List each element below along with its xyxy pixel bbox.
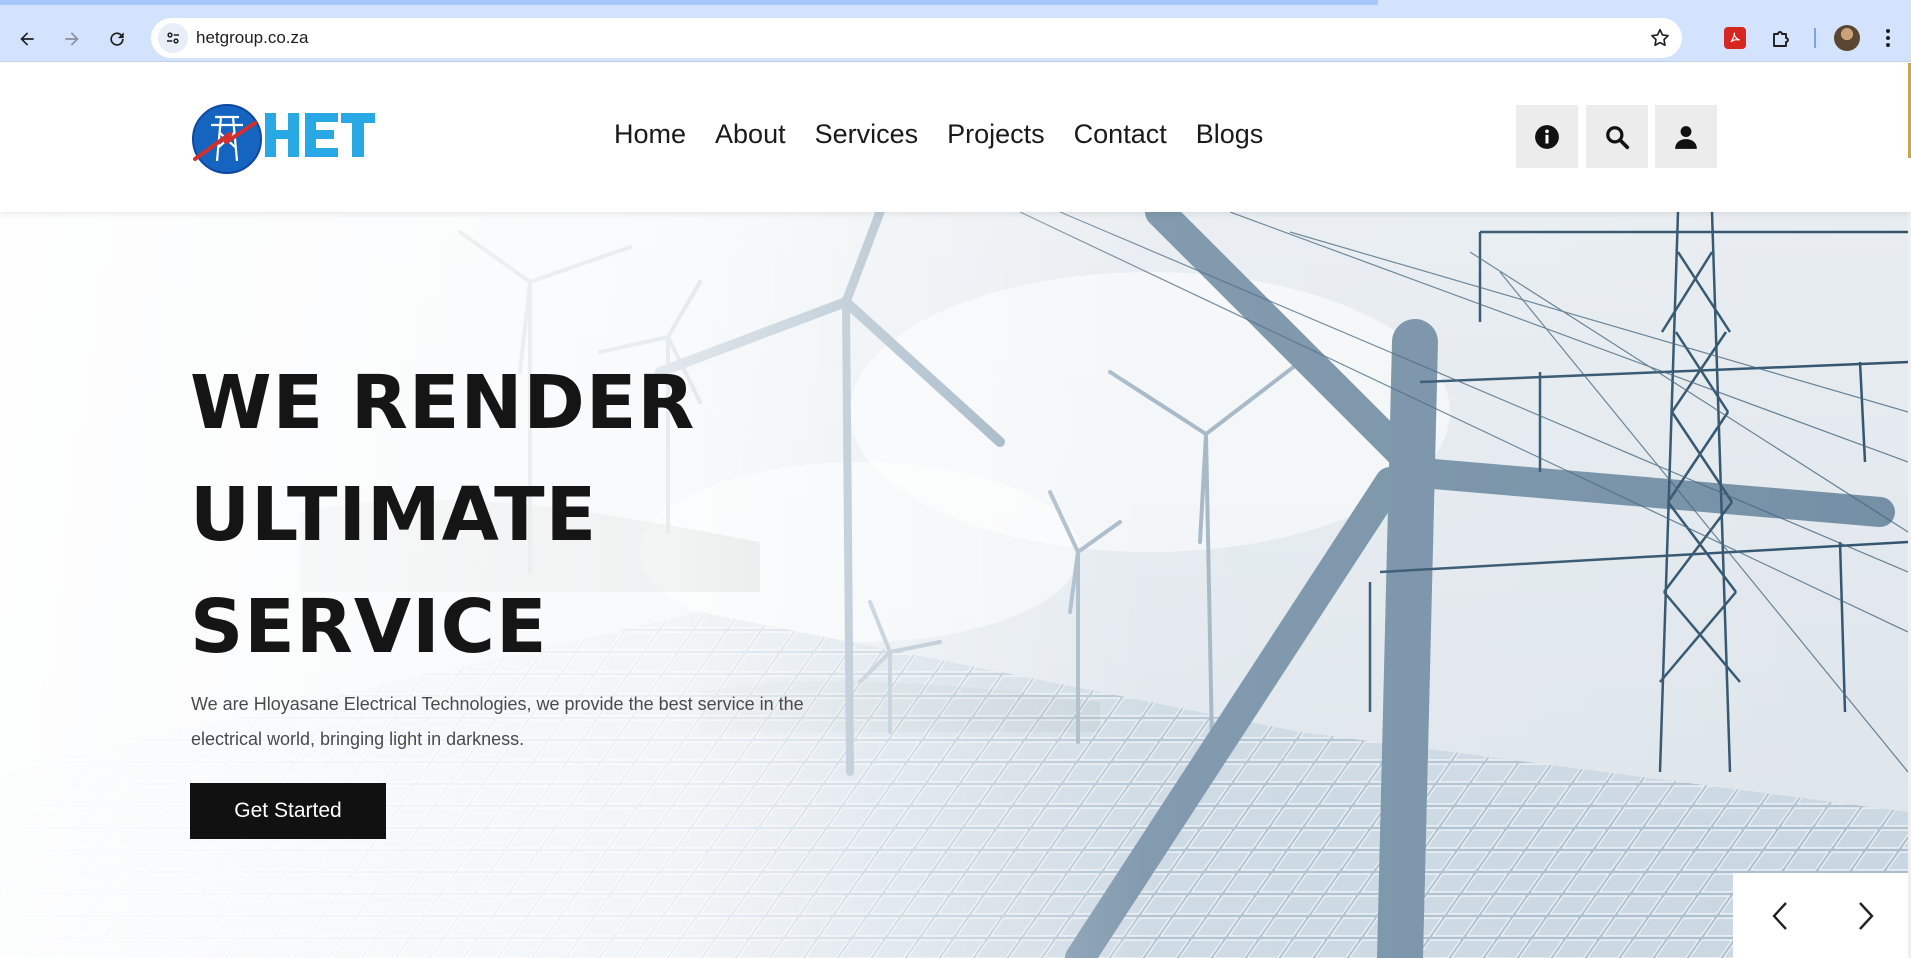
hero-title-line: ULTIMATE	[190, 472, 598, 558]
more-menu-icon[interactable]	[1878, 25, 1898, 51]
profile-avatar[interactable]	[1834, 25, 1860, 51]
hero-title-line: SERVICE	[190, 584, 548, 670]
url-text[interactable]: hetgroup.co.za	[196, 28, 308, 48]
pdf-extension-icon[interactable]	[1724, 27, 1746, 49]
slider-prev-button[interactable]	[1765, 899, 1795, 933]
nav-services[interactable]: Services	[815, 119, 919, 150]
slider-next-button[interactable]	[1851, 899, 1881, 933]
forward-arrow-icon[interactable]	[54, 21, 90, 57]
toolbar-separator	[1814, 28, 1816, 48]
site-header: Home About Services Projects Contact Blo…	[0, 63, 1911, 212]
reload-icon[interactable]	[99, 21, 135, 57]
nav-contact[interactable]: Contact	[1074, 119, 1167, 150]
back-arrow-icon[interactable]	[9, 21, 45, 57]
browser-toolbar: hetgroup.co.za	[0, 5, 1911, 62]
main-nav: Home About Services Projects Contact Blo…	[614, 119, 1263, 150]
user-icon	[1675, 125, 1697, 149]
search-button[interactable]	[1586, 105, 1648, 168]
search-icon	[1606, 125, 1630, 149]
hero-title-line: WE RENDER	[190, 360, 696, 446]
chevron-right-icon	[1859, 902, 1874, 930]
nav-projects[interactable]: Projects	[947, 119, 1045, 150]
get-started-button[interactable]: Get Started	[190, 783, 386, 839]
address-bar[interactable]: hetgroup.co.za	[151, 18, 1682, 58]
nav-home[interactable]: Home	[614, 119, 686, 150]
chevron-left-icon	[1772, 902, 1787, 930]
het-logo[interactable]	[191, 103, 379, 175]
slider-controls	[1733, 873, 1908, 958]
site-info-icon[interactable]	[158, 23, 188, 53]
nav-about[interactable]: About	[715, 119, 786, 150]
nav-blogs[interactable]: Blogs	[1196, 119, 1264, 150]
info-icon	[1535, 124, 1559, 149]
account-button[interactable]	[1655, 105, 1717, 168]
info-button[interactable]	[1516, 105, 1578, 168]
hero-description: We are Hloyasane Electrical Technologies…	[191, 694, 804, 749]
hero-title: WE RENDER ULTIMATE SERVICE	[190, 347, 695, 683]
extensions-puzzle-icon[interactable]	[1768, 25, 1794, 51]
bookmark-star-icon[interactable]	[1648, 26, 1672, 50]
hero-section: WE RENDER ULTIMATE SERVICE We are Hloyas…	[0, 212, 1908, 958]
